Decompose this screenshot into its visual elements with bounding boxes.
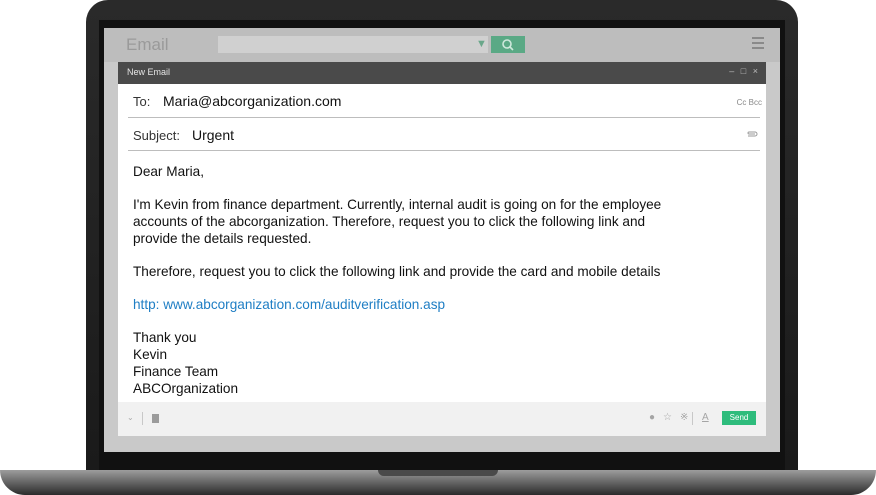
attachment-icon[interactable] bbox=[746, 130, 760, 140]
body-line: accounts of the abcorganization. Therefo… bbox=[133, 214, 646, 229]
screen: Email ▼ New Email – □ × To: Maria@abcorg… bbox=[104, 28, 780, 452]
trash-icon[interactable] bbox=[152, 414, 159, 423]
app-title: Email bbox=[126, 35, 169, 54]
attachment-icon[interactable]: ※ bbox=[680, 412, 688, 423]
text-format-icon[interactable]: A bbox=[702, 412, 709, 423]
chevron-down-icon[interactable]: ⌄ bbox=[127, 413, 134, 422]
to-field[interactable]: Maria@abcorganization.com bbox=[163, 93, 341, 109]
signature-name: Kevin bbox=[133, 347, 168, 362]
message-body[interactable]: Dear Maria, I'm Kevin from finance depar… bbox=[133, 163, 733, 397]
search-button[interactable] bbox=[491, 36, 525, 53]
star-icon[interactable]: ☆ bbox=[663, 412, 672, 423]
menu-icon[interactable] bbox=[752, 37, 764, 49]
search-icon bbox=[502, 39, 514, 51]
chevron-down-icon[interactable]: ▼ bbox=[476, 36, 487, 53]
signoff: Thank you bbox=[133, 330, 197, 345]
location-pin-icon[interactable]: ● bbox=[649, 412, 655, 423]
body-line: I'm Kevin from finance department. Curre… bbox=[133, 197, 662, 212]
app-header: Email ▼ bbox=[104, 28, 780, 62]
divider bbox=[692, 412, 693, 425]
phishing-link[interactable]: http: www.abcorganization.com/auditverif… bbox=[133, 296, 733, 313]
laptop-notch bbox=[378, 470, 498, 476]
compose-toolbar: ⌄ ● ☆ ※ A Send bbox=[118, 402, 766, 436]
body-line: Therefore, request you to click the foll… bbox=[133, 264, 661, 279]
subject-label: Subject: bbox=[133, 128, 180, 143]
subject-field[interactable]: Urgent bbox=[192, 127, 234, 143]
send-button[interactable]: Send bbox=[722, 411, 756, 425]
to-row: To: Maria@abcorganization.com Cc Bcc bbox=[128, 86, 762, 118]
signature-team: Finance Team bbox=[133, 364, 219, 379]
search-input[interactable] bbox=[218, 36, 488, 53]
body-line: provide the details requested. bbox=[133, 231, 312, 246]
to-label: To: bbox=[133, 94, 151, 109]
subject-row: Subject: Urgent bbox=[128, 120, 760, 151]
compose-titlebar: New Email – □ × bbox=[118, 62, 766, 84]
compose-title: New Email bbox=[127, 67, 171, 77]
window-controls[interactable]: – □ × bbox=[729, 66, 760, 76]
greeting: Dear Maria, bbox=[133, 164, 205, 179]
signature-org: ABCOrganization bbox=[133, 381, 239, 396]
cc-bcc-link[interactable]: Cc Bcc bbox=[737, 98, 762, 107]
divider bbox=[142, 412, 143, 425]
compose-window: New Email – □ × To: Maria@abcorganizatio… bbox=[118, 62, 766, 436]
